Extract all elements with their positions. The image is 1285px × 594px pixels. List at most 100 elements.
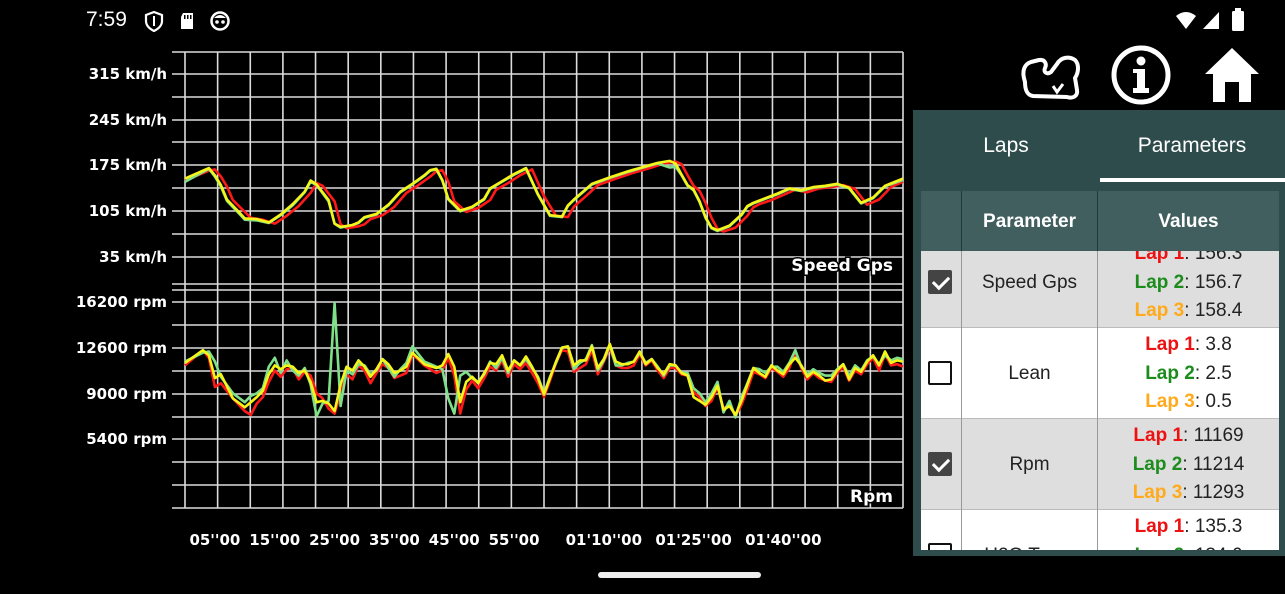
parameters-table[interactable]: Parameter Values Speed Gps Lap 1: 156.3 La… xyxy=(921,191,1279,550)
lap-value-line: Lap 2: 2.5 xyxy=(1098,360,1279,388)
parameter-checkbox[interactable] xyxy=(928,270,952,294)
lap-value: 158.4 xyxy=(1194,300,1243,321)
y-tick-label: 245 km/h xyxy=(89,111,167,129)
table-row[interactable]: Lean Lap 1: 3.8 Lap 2: 2.5 Lap 3: 0.5 xyxy=(921,328,1279,419)
parameter-name: Lean xyxy=(962,328,1098,419)
signal-icon xyxy=(1203,12,1219,29)
lap-label: Lap 3 xyxy=(1134,300,1185,321)
lap-comparison-chart[interactable]: 315 km/h 245 km/h 175 km/h 105 km/h 35 km/h S… xyxy=(0,40,910,560)
panel-title: Speed Gps xyxy=(791,256,893,276)
lap-label: Lap 2 xyxy=(1134,271,1185,293)
table-header: Parameter Values xyxy=(921,191,1279,251)
x-tick-label: 35''00 xyxy=(369,531,420,549)
y-tick-label: 5400 rpm xyxy=(86,430,167,448)
table-row[interactable]: Rpm Lap 1: 11169 Lap 2: 11214 Lap 3: 11293 xyxy=(921,419,1279,510)
y-tick-label: 35 km/h xyxy=(99,248,167,266)
face-icon xyxy=(210,11,230,31)
lap-label: Lap 1 xyxy=(1133,425,1184,446)
parameter-checkbox[interactable] xyxy=(928,543,952,550)
lap-label: Lap 2 xyxy=(1132,453,1183,475)
lap-value: 11214 xyxy=(1192,453,1245,475)
y-tick-label: 16200 rpm xyxy=(76,293,167,311)
header-values: Values xyxy=(1158,211,1219,232)
lap-value: 0.5 xyxy=(1205,391,1232,412)
side-panel: Laps Parameters Parameter Values Speed G… xyxy=(913,110,1285,556)
lap-value-line: Lap 1: 135.3 xyxy=(1098,513,1279,541)
parameter-checkbox[interactable] xyxy=(928,361,952,385)
row-check-cell xyxy=(921,419,962,510)
lap-value-line: Lap 1: 11169 xyxy=(1098,422,1279,450)
lap-value: 2.5 xyxy=(1205,362,1232,384)
parameter-name: Rpm xyxy=(962,419,1098,510)
lap-value-line: Lap 2: 134.6 xyxy=(1098,542,1279,551)
parameter-values: Lap 1: 11169 Lap 2: 11214 Lap 3: 11293 xyxy=(1098,419,1279,510)
row-check-cell xyxy=(921,328,962,419)
lap-separator: : xyxy=(1184,300,1195,321)
lap-value: 11293 xyxy=(1192,482,1245,503)
status-bar: 7:59 xyxy=(0,0,1285,42)
lap-label: Lap 3 xyxy=(1145,391,1195,412)
track-icon[interactable] xyxy=(1017,42,1083,108)
lap-separator: : xyxy=(1194,391,1206,412)
y-tick-label: 175 km/h xyxy=(89,156,167,174)
lap-label: Lap 1 xyxy=(1145,334,1195,355)
lap-label: Lap 1 xyxy=(1134,516,1185,537)
x-tick-label: 01'25''00 xyxy=(655,531,731,549)
sd-card-icon xyxy=(181,13,193,29)
y-tick-label: 9000 rpm xyxy=(86,385,167,403)
y-tick-label: 12600 rpm xyxy=(76,339,167,357)
x-tick-label: 55''00 xyxy=(489,531,540,549)
header-check-column xyxy=(921,191,962,251)
lap-value: 156.7 xyxy=(1194,271,1243,293)
y-tick-label: 105 km/h xyxy=(89,202,167,220)
chart-labels: 315 km/h 245 km/h 175 km/h 105 km/h 35 km/h S… xyxy=(76,65,895,549)
x-tick-label: 25''00 xyxy=(309,531,360,549)
lap-value: 11169 xyxy=(1193,425,1244,446)
lap-separator: : xyxy=(1183,425,1194,446)
lap-separator: : xyxy=(1184,271,1195,293)
lap-separator: : xyxy=(1182,482,1193,503)
lap-separator: : xyxy=(1182,453,1193,475)
status-time: 7:59 xyxy=(86,8,127,31)
header-parameter: Parameter xyxy=(962,191,1098,251)
lap-value-line: Lap 3: 0.5 xyxy=(1098,388,1279,416)
x-tick-label: 05''00 xyxy=(189,531,240,549)
table-row[interactable]: H2O TempLap 1: 135.3Lap 2: 134.6Lap 3: xyxy=(921,510,1279,550)
parameter-checkbox[interactable] xyxy=(928,452,952,476)
x-tick-label: 15''00 xyxy=(249,531,300,549)
lap-separator: : xyxy=(1194,362,1206,384)
lap-value: 3.8 xyxy=(1205,334,1232,355)
tab-bar: Laps Parameters xyxy=(913,110,1285,182)
row-check-cell xyxy=(921,510,962,550)
y-tick-label: 315 km/h xyxy=(89,65,167,83)
lap-value-line: Lap 2: 156.7 xyxy=(1098,269,1279,297)
parameter-name: H2O Temp xyxy=(962,510,1098,550)
lap-value-line: Lap 1: 3.8 xyxy=(1098,331,1279,359)
wifi-icon xyxy=(1176,12,1196,29)
parameter-values: Lap 1: 135.3Lap 2: 134.6Lap 3: xyxy=(1098,510,1279,550)
lap-value: 134.6 xyxy=(1195,545,1243,551)
parameter-values: Lap 1: 3.8 Lap 2: 2.5 Lap 3: 0.5 xyxy=(1098,328,1279,419)
x-tick-label: 45''00 xyxy=(429,531,480,549)
tab-laps[interactable]: Laps xyxy=(913,110,1099,182)
battery-icon xyxy=(1232,8,1244,31)
panel-title: Rpm xyxy=(850,487,893,507)
lap-label: Lap 2 xyxy=(1145,362,1195,384)
chart-grid xyxy=(172,51,904,509)
lap-label: Lap 2 xyxy=(1135,545,1185,551)
info-icon[interactable] xyxy=(1108,42,1174,108)
x-tick-label: 01'40''00 xyxy=(745,531,821,549)
x-tick-label: 01'10''00 xyxy=(566,531,642,549)
home-icon[interactable] xyxy=(1199,42,1265,108)
lap-separator: : xyxy=(1184,516,1195,537)
shield-icon xyxy=(144,10,164,32)
active-tab-indicator xyxy=(1100,178,1285,182)
lap-value-line: Lap 3: 158.4 xyxy=(1098,297,1279,325)
lap-separator: : xyxy=(1194,334,1206,355)
lap-value-line: Lap 2: 11214 xyxy=(1098,451,1279,479)
home-indicator[interactable] xyxy=(598,572,761,578)
tab-parameters[interactable]: Parameters xyxy=(1099,110,1285,182)
lap-value: 135.3 xyxy=(1194,516,1243,537)
lap-label: Lap 3 xyxy=(1132,482,1183,503)
lap-value-line: Lap 3: 11293 xyxy=(1098,479,1279,507)
